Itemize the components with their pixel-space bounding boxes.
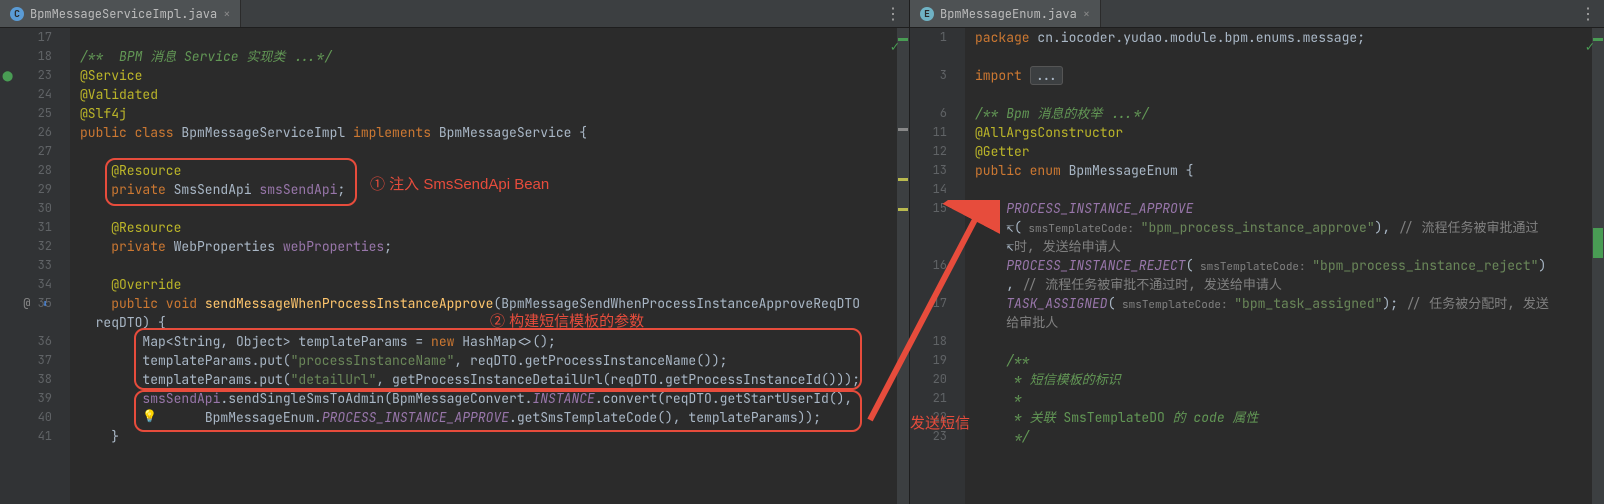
file-tab[interactable]: C BpmMessageServiceImpl.java × bbox=[0, 0, 241, 27]
line-number: 1 bbox=[910, 28, 947, 47]
tab-label: BpmMessageEnum.java bbox=[940, 6, 1077, 22]
line-number: 17 bbox=[910, 294, 947, 313]
more-icon[interactable]: ⋮ bbox=[1580, 3, 1596, 24]
line-number bbox=[910, 237, 947, 256]
line-number: 23 bbox=[910, 427, 947, 446]
line-number: 19 bbox=[910, 351, 947, 370]
line-number: 12 bbox=[910, 142, 947, 161]
line-number bbox=[0, 313, 52, 332]
line-number: 40 bbox=[0, 408, 52, 427]
scrollbar[interactable] bbox=[897, 28, 909, 504]
line-number: 25 bbox=[0, 104, 52, 123]
line-number: 14 bbox=[910, 180, 947, 199]
line-number: 22 bbox=[910, 408, 947, 427]
code-area[interactable]: package cn.iocoder.yudao.module.bpm.enum… bbox=[965, 28, 1604, 504]
line-number: 24 bbox=[0, 85, 52, 104]
editor-pane-left: C BpmMessageServiceImpl.java × ⋮ ✓ 17 18… bbox=[0, 0, 910, 504]
more-icon[interactable]: ⋮ bbox=[885, 3, 901, 24]
editor[interactable]: 1 3 6 11 12 13 14 15 16 17 18 19 20 21 2… bbox=[910, 28, 1604, 504]
line-number: 33 bbox=[0, 256, 52, 275]
line-number: 21 bbox=[910, 389, 947, 408]
line-number: 38 bbox=[0, 370, 52, 389]
code-area[interactable]: /** BPM 消息 Service 实现类 ...*/ @Service @V… bbox=[70, 28, 909, 504]
line-number: 30 bbox=[0, 199, 52, 218]
gutter: 1 3 6 11 12 13 14 15 16 17 18 19 20 21 2… bbox=[910, 28, 965, 504]
line-number: 41 bbox=[0, 427, 52, 446]
editor[interactable]: 17 18 ⬤23 24 25 26 27 28 29 30 31 32 33 … bbox=[0, 28, 909, 504]
line-number: 17 bbox=[0, 28, 52, 47]
line-number: 27 bbox=[0, 142, 52, 161]
line-number: 31 bbox=[0, 218, 52, 237]
line-number: 36 bbox=[0, 332, 52, 351]
line-number: 37 bbox=[0, 351, 52, 370]
close-icon[interactable]: × bbox=[223, 6, 230, 22]
gutter: 17 18 ⬤23 24 25 26 27 28 29 30 31 32 33 … bbox=[0, 28, 70, 504]
line-number: ⬇@ 35 bbox=[0, 294, 52, 313]
line-number: 11 bbox=[910, 123, 947, 142]
line-number: 18 bbox=[910, 332, 947, 351]
line-number: 28 bbox=[0, 161, 52, 180]
close-icon[interactable]: × bbox=[1083, 6, 1090, 22]
inspection-ok-icon[interactable]: ✓ bbox=[1586, 38, 1594, 56]
line-number: 32 bbox=[0, 237, 52, 256]
line-number: 16 bbox=[910, 256, 947, 275]
line-number: 20 bbox=[910, 370, 947, 389]
override-icon[interactable]: ⬇ bbox=[42, 294, 48, 313]
line-number: 29 bbox=[0, 180, 52, 199]
file-tab[interactable]: E BpmMessageEnum.java × bbox=[910, 0, 1101, 27]
line-number bbox=[910, 218, 947, 237]
line-number: 26 bbox=[0, 123, 52, 142]
line-number bbox=[910, 47, 947, 66]
line-number: 39 bbox=[0, 389, 52, 408]
scrollbar[interactable] bbox=[1592, 28, 1604, 504]
line-number bbox=[910, 85, 947, 104]
line-number: ⬤23 bbox=[0, 66, 52, 85]
line-number bbox=[910, 313, 947, 332]
tab-bar: C BpmMessageServiceImpl.java × ⋮ bbox=[0, 0, 909, 28]
line-number: 3 bbox=[910, 66, 947, 85]
class-icon: C bbox=[10, 7, 24, 21]
line-number: 34 bbox=[0, 275, 52, 294]
line-number: 18 bbox=[0, 47, 52, 66]
line-number: 15 bbox=[910, 199, 947, 218]
enum-icon: E bbox=[920, 7, 934, 21]
line-number: 6 bbox=[910, 104, 947, 123]
editor-pane-right: E BpmMessageEnum.java × ⋮ ✓ 1 3 6 11 12 … bbox=[910, 0, 1604, 504]
inspection-ok-icon[interactable]: ✓ bbox=[891, 38, 899, 56]
tab-bar: E BpmMessageEnum.java × ⋮ bbox=[910, 0, 1604, 28]
line-number: 13 bbox=[910, 161, 947, 180]
tab-label: BpmMessageServiceImpl.java bbox=[30, 6, 217, 22]
intention-bulb-icon[interactable]: 💡 bbox=[142, 408, 157, 424]
line-number bbox=[910, 275, 947, 294]
